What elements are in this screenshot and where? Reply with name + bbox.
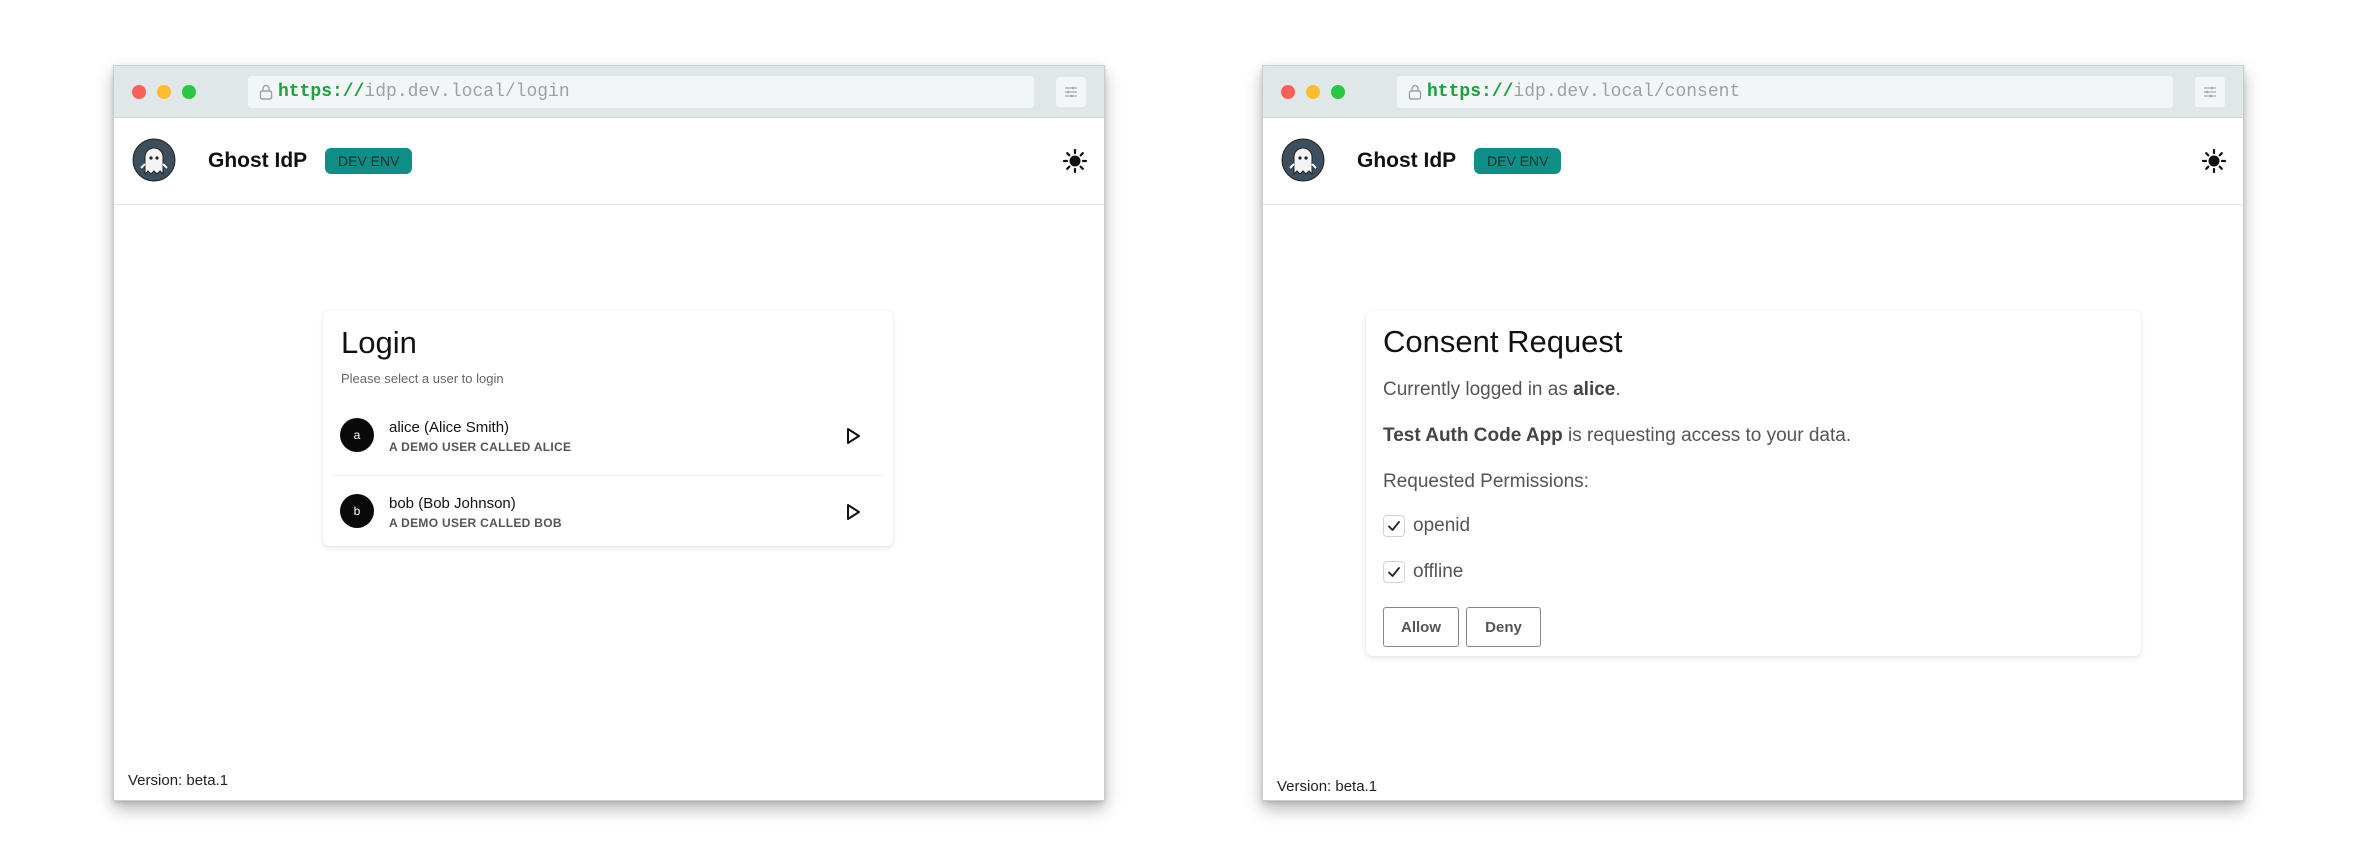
ghost-logo-icon[interactable]: [132, 138, 176, 182]
permission-name: offline: [1413, 561, 1464, 582]
app-name: Test Auth Code App: [1383, 425, 1563, 446]
permission-openid[interactable]: openid: [1383, 513, 1470, 539]
user-row-bob[interactable]: b bob (Bob Johnson) A DEMO USER CALLED B…: [331, 477, 885, 551]
env-badge: DEV ENV: [325, 148, 413, 174]
consent-card: Consent Request Currently logged in as a…: [1366, 311, 2141, 656]
window-controls: [132, 85, 196, 99]
logged-in-suffix: .: [1615, 379, 1621, 400]
sun-icon: [1062, 148, 1088, 174]
requesting-suffix: is requesting access to your data.: [1562, 425, 1852, 446]
close-window-button[interactable]: [1281, 85, 1295, 99]
minimize-window-button[interactable]: [1306, 85, 1320, 99]
consent-browser-window: https://idp.dev.local/consent Ghost IdP …: [1262, 65, 2244, 801]
deny-button[interactable]: Deny: [1466, 607, 1541, 647]
requesting-text: Test Auth Code App is requesting access …: [1383, 425, 1851, 447]
url-scheme: https://: [278, 82, 365, 102]
version-label: Version: beta.1: [128, 772, 229, 789]
address-bar[interactable]: https://idp.dev.local/login: [248, 76, 1034, 108]
browser-menu-button[interactable]: [1056, 77, 1086, 107]
avatar: a: [340, 418, 374, 452]
play-icon: [847, 428, 860, 444]
menu-icon: [2204, 86, 2216, 98]
app-title: Ghost IdP: [1357, 149, 1457, 172]
login-card: Login Please select a user to login a al…: [323, 311, 893, 546]
sun-icon: [2201, 148, 2227, 174]
browser-menu-button[interactable]: [2195, 77, 2225, 107]
checkmark-icon: [1388, 567, 1400, 577]
app-header: Ghost IdP DEV ENV: [1263, 118, 2243, 205]
user-name: bob (Bob Johnson): [389, 495, 516, 512]
url-path: idp.dev.local/consent: [1513, 82, 1741, 102]
minimize-window-button[interactable]: [157, 85, 171, 99]
maximize-window-button[interactable]: [182, 85, 196, 99]
login-title: Login: [341, 325, 417, 360]
logged-in-prefix: Currently logged in as: [1383, 379, 1574, 400]
checkmark-icon: [1388, 521, 1400, 531]
window-controls: [1281, 85, 1345, 99]
env-badge: DEV ENV: [1474, 148, 1562, 174]
allow-button[interactable]: Allow: [1383, 607, 1459, 647]
theme-toggle-button[interactable]: [1060, 146, 1090, 176]
theme-toggle-button[interactable]: [2199, 146, 2229, 176]
permission-checkbox[interactable]: [1383, 515, 1405, 537]
maximize-window-button[interactable]: [1331, 85, 1345, 99]
consent-title: Consent Request: [1383, 324, 1623, 359]
avatar: b: [340, 494, 374, 528]
version-label: Version: beta.1: [1277, 778, 1378, 795]
permission-offline[interactable]: offline: [1383, 559, 1463, 585]
permission-name: openid: [1413, 515, 1471, 536]
login-as-alice-button[interactable]: [841, 424, 865, 448]
play-icon: [847, 504, 860, 520]
login-browser-window: https://idp.dev.local/login Ghost IdP DE…: [113, 65, 1105, 801]
user-description: A DEMO USER CALLED ALICE: [389, 440, 572, 454]
url-path: idp.dev.local/login: [364, 82, 570, 102]
permissions-label: Requested Permissions:: [1383, 471, 1589, 492]
lock-icon: [254, 76, 278, 108]
user-name: alice (Alice Smith): [389, 419, 510, 436]
user-description: A DEMO USER CALLED BOB: [389, 516, 562, 530]
logged-in-text: Currently logged in as alice.: [1383, 379, 1621, 401]
login-as-bob-button[interactable]: [841, 500, 865, 524]
browser-toolbar: https://idp.dev.local/login: [114, 66, 1104, 118]
ghost-logo-icon[interactable]: [1281, 138, 1325, 182]
url-scheme: https://: [1427, 82, 1514, 102]
app-title: Ghost IdP: [208, 149, 308, 172]
menu-icon: [1065, 86, 1077, 98]
close-window-button[interactable]: [132, 85, 146, 99]
address-bar[interactable]: https://idp.dev.local/consent: [1397, 76, 2173, 108]
user-row-alice[interactable]: a alice (Alice Smith) A DEMO USER CALLED…: [331, 401, 885, 476]
logged-in-user: alice: [1573, 379, 1616, 400]
browser-toolbar: https://idp.dev.local/consent: [1263, 66, 2243, 118]
app-header: Ghost IdP DEV ENV: [114, 118, 1104, 205]
lock-icon: [1403, 76, 1427, 108]
permission-checkbox[interactable]: [1383, 561, 1405, 583]
login-subtitle: Please select a user to login: [341, 371, 504, 386]
